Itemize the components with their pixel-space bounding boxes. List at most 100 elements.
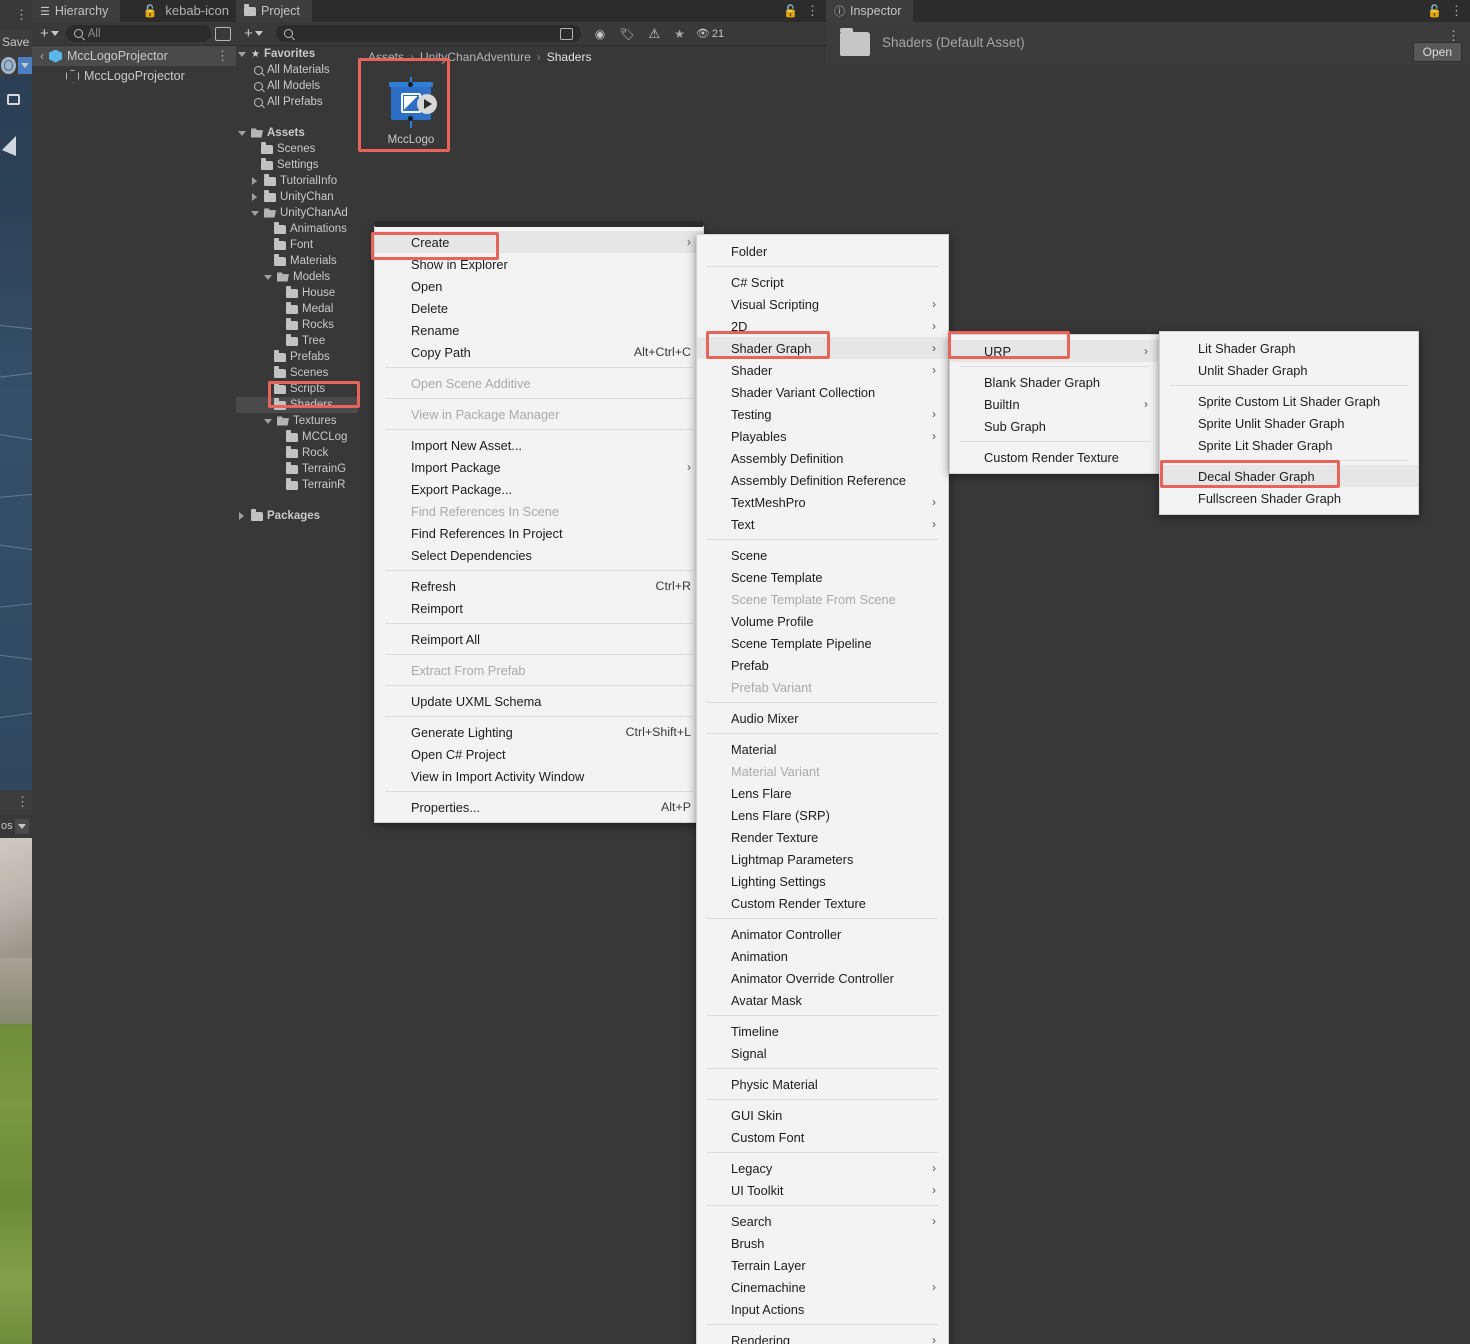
create-submenu[interactable]: Folder C# Script Visual Scripting› 2D› S… bbox=[696, 234, 949, 1344]
menu-item-create[interactable]: Create› bbox=[375, 231, 703, 253]
menu-item-rename[interactable]: Rename bbox=[375, 319, 703, 341]
menu-item-legacy[interactable]: Legacy› bbox=[697, 1157, 948, 1179]
tree-item-shaders[interactable]: Shaders bbox=[236, 397, 358, 413]
open-button[interactable]: Open bbox=[1413, 42, 1462, 62]
tab-hierarchy[interactable]: ☰ Hierarchy bbox=[32, 0, 120, 22]
game-view-toolbar[interactable]: os bbox=[0, 814, 32, 838]
menu-item-audio-mixer[interactable]: Audio Mixer bbox=[697, 707, 948, 729]
menu-item-lens-flare[interactable]: Lens Flare bbox=[697, 782, 948, 804]
back-arrow-icon[interactable]: ‹ bbox=[40, 49, 44, 63]
breadcrumb-shaders[interactable]: Shaders bbox=[547, 50, 592, 64]
add-gameobject-button[interactable]: + bbox=[37, 27, 62, 41]
chevron-down-icon[interactable] bbox=[264, 275, 272, 280]
chevron-down-icon[interactable] bbox=[264, 419, 272, 424]
menu-item-reimport[interactable]: Reimport bbox=[375, 597, 703, 619]
tab-inspector[interactable]: ⓘ Inspector bbox=[826, 0, 913, 22]
tree-item-rock[interactable]: Rock bbox=[236, 445, 358, 461]
menu-item-2d[interactable]: 2D› bbox=[697, 315, 948, 337]
tree-item-tree[interactable]: Tree bbox=[236, 333, 358, 349]
tree-item-textures[interactable]: Textures bbox=[236, 413, 358, 429]
menu-item-render-texture[interactable]: Render Texture bbox=[697, 826, 948, 848]
chevron-down-icon[interactable] bbox=[238, 131, 246, 136]
menu-item-animator-override-controller[interactable]: Animator Override Controller bbox=[697, 967, 948, 989]
tree-item-prefabs[interactable]: Prefabs bbox=[236, 349, 358, 365]
menu-item-properties[interactable]: Properties...Alt+P bbox=[375, 796, 703, 818]
menu-item-animator-controller[interactable]: Animator Controller bbox=[697, 923, 948, 945]
menu-item-sprite-unlit-shader-graph[interactable]: Sprite Unlit Shader Graph bbox=[1160, 412, 1418, 434]
menu-item-builtin[interactable]: BuiltIn› bbox=[950, 393, 1160, 415]
expand-icon[interactable] bbox=[560, 28, 573, 40]
menu-item-visual-scripting[interactable]: Visual Scripting› bbox=[697, 293, 948, 315]
kebab-icon[interactable]: ⋮ bbox=[1450, 7, 1463, 15]
game-viewport[interactable] bbox=[0, 838, 32, 1344]
hierarchy-panel[interactable]: ☰ Hierarchy 🔓 kebab-icon + All ‹ bbox=[32, 0, 236, 1344]
tree-item-rocks[interactable]: Rocks bbox=[236, 317, 358, 333]
menu-item-scene[interactable]: Scene bbox=[697, 544, 948, 566]
menu-item-gui-skin[interactable]: GUI Skin bbox=[697, 1104, 948, 1126]
menu-item-scene-template-pipeline[interactable]: Scene Template Pipeline bbox=[697, 632, 948, 654]
menu-item-custom-font[interactable]: Custom Font bbox=[697, 1126, 948, 1148]
menu-item-sub-graph[interactable]: Sub Graph bbox=[950, 415, 1160, 437]
menu-item-testing[interactable]: Testing› bbox=[697, 403, 948, 425]
tree-item-unitychanadventure[interactable]: UnityChanAd bbox=[236, 205, 358, 221]
menu-item-lens-flare-srp[interactable]: Lens Flare (SRP) bbox=[697, 804, 948, 826]
menu-item-generate-lighting[interactable]: Generate LightingCtrl+Shift+L bbox=[375, 721, 703, 743]
tree-item-terrainr[interactable]: TerrainR bbox=[236, 477, 358, 493]
tree-item-scenes[interactable]: Scenes bbox=[236, 141, 358, 157]
project-folder-tree[interactable]: ★ Favorites All Materials All Models All… bbox=[236, 46, 358, 1344]
menu-item-input-actions[interactable]: Input Actions bbox=[697, 1298, 948, 1320]
menu-item-animation[interactable]: Animation bbox=[697, 945, 948, 967]
hierarchy-item-root[interactable]: ‹ MccLogoProjector ⋮ bbox=[32, 46, 236, 66]
menu-item-decal-shader-graph[interactable]: Decal Shader Graph bbox=[1160, 465, 1418, 487]
menu-item-search[interactable]: Search› bbox=[697, 1210, 948, 1232]
chevron-down-icon[interactable] bbox=[18, 57, 32, 74]
error-icon[interactable]: ⚠ bbox=[641, 26, 667, 42]
urp-submenu[interactable]: Lit Shader Graph Unlit Shader Graph Spri… bbox=[1159, 331, 1419, 515]
game-view-tabbar[interactable]: ⋮ bbox=[0, 790, 32, 814]
tree-item-font[interactable]: Font bbox=[236, 237, 358, 253]
menu-item-lighting-settings[interactable]: Lighting Settings bbox=[697, 870, 948, 892]
menu-item-assembly-definition[interactable]: Assembly Definition bbox=[697, 447, 948, 469]
menu-item-playables[interactable]: Playables› bbox=[697, 425, 948, 447]
menu-item-sprite-lit-shader-graph[interactable]: Sprite Lit Shader Graph bbox=[1160, 434, 1418, 456]
breadcrumb[interactable]: Assets › UnityChanAdventure › Shaders bbox=[358, 46, 826, 68]
tree-item-all-materials[interactable]: All Materials bbox=[236, 62, 358, 78]
breadcrumb-assets[interactable]: Assets bbox=[368, 50, 404, 64]
tree-item-models[interactable]: Models bbox=[236, 269, 358, 285]
menu-item-select-dependencies[interactable]: Select Dependencies bbox=[375, 544, 703, 566]
project-toolbar[interactable]: + ◉ 🏷 ⚠ ★ 👁21 bbox=[236, 22, 826, 46]
menu-item-import-new-asset[interactable]: Import New Asset... bbox=[375, 434, 703, 456]
filter-icon[interactable] bbox=[215, 27, 231, 41]
tree-item-animations[interactable]: Animations bbox=[236, 221, 358, 237]
menu-item-avatar-mask[interactable]: Avatar Mask bbox=[697, 989, 948, 1011]
lock-icon[interactable]: 🔓 bbox=[783, 4, 798, 18]
menu-item-find-references-in-project[interactable]: Find References In Project bbox=[375, 522, 703, 544]
menu-item-rendering[interactable]: Rendering› bbox=[697, 1329, 948, 1344]
menu-item-volume-profile[interactable]: Volume Profile bbox=[697, 610, 948, 632]
tree-item-packages[interactable]: Packages bbox=[236, 508, 358, 524]
kebab-icon[interactable]: ⋮ bbox=[806, 7, 819, 15]
kebab-icon[interactable]: kebab-icon bbox=[165, 7, 229, 15]
menu-item-urp[interactable]: URP› bbox=[950, 340, 1160, 362]
menu-item-text[interactable]: Text› bbox=[697, 513, 948, 535]
hierarchy-tree[interactable]: ‹ MccLogoProjector ⋮ MccLogoProjector bbox=[32, 46, 236, 86]
tree-item-assets[interactable]: Assets bbox=[236, 125, 358, 141]
tree-item-materials[interactable]: Materials bbox=[236, 253, 358, 269]
menu-item-open-csharp-project[interactable]: Open C# Project bbox=[375, 743, 703, 765]
tree-item-scenes-2[interactable]: Scenes bbox=[236, 365, 358, 381]
menu-item-fullscreen-shader-graph[interactable]: Fullscreen Shader Graph bbox=[1160, 487, 1418, 509]
scene-view-panel[interactable]: ⋮ Save bbox=[0, 0, 32, 790]
menu-item-material[interactable]: Material bbox=[697, 738, 948, 760]
create-asset-button[interactable]: + bbox=[241, 27, 266, 41]
chevron-right-icon[interactable] bbox=[252, 193, 257, 201]
menu-item-folder[interactable]: Folder bbox=[697, 240, 948, 262]
hierarchy-toolbar[interactable]: + All bbox=[32, 22, 236, 46]
chevron-down-icon[interactable] bbox=[238, 52, 246, 57]
asset-type-icon[interactable]: ◉ bbox=[588, 27, 612, 41]
menu-item-scene-template[interactable]: Scene Template bbox=[697, 566, 948, 588]
tree-item-mcclogo[interactable]: MCCLog bbox=[236, 429, 358, 445]
globe-icon[interactable] bbox=[1, 57, 16, 74]
asset-context-menu[interactable]: Create› Show in Explorer Open Delete Ren… bbox=[374, 226, 704, 823]
kebab-icon[interactable]: ⋮ bbox=[16, 798, 29, 806]
menu-item-shader[interactable]: Shader› bbox=[697, 359, 948, 381]
